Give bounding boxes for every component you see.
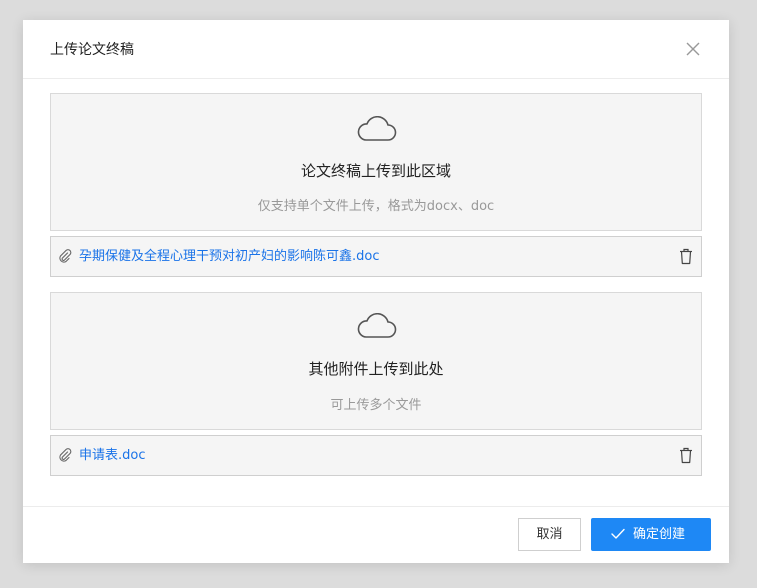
dialog-footer: 取消 确定创建 — [23, 506, 729, 563]
confirm-create-button[interactable]: 确定创建 — [591, 518, 711, 551]
trash-icon[interactable] — [678, 248, 694, 265]
attachments-dropzone-title: 其他附件上传到此处 — [308, 360, 444, 378]
trash-icon[interactable] — [678, 447, 694, 464]
thesis-file-link[interactable]: 孕期保健及全程心理干预对初产妇的影响陈可鑫.doc — [79, 247, 380, 266]
thesis-file-item: 孕期保健及全程心理干预对初产妇的影响陈可鑫.doc — [50, 236, 702, 277]
dialog-title: 上传论文终稿 — [50, 42, 134, 58]
cancel-button[interactable]: 取消 — [518, 518, 581, 551]
confirm-create-label: 确定创建 — [633, 527, 686, 542]
cloud-icon — [357, 313, 397, 338]
thesis-dropzone-hint: 仅支持单个文件上传，格式为docx、doc — [257, 199, 495, 214]
attachment-file-link[interactable]: 申请表.doc — [79, 446, 146, 465]
attachments-dropzone[interactable]: 其他附件上传到此处 可上传多个文件 — [50, 292, 702, 430]
paperclip-icon — [59, 249, 72, 263]
dialog-header: 上传论文终稿 — [23, 20, 729, 79]
thesis-dropzone[interactable]: 论文终稿上传到此区域 仅支持单个文件上传，格式为docx、doc — [50, 93, 702, 231]
upload-dialog: 上传论文终稿 论文终稿上传到此区域 仅支持单个文件上传，格式为docx、doc … — [23, 20, 729, 563]
attachments-dropzone-hint: 可上传多个文件 — [330, 398, 422, 413]
close-icon — [686, 42, 700, 56]
paperclip-icon — [59, 448, 72, 462]
attachment-file-item: 申请表.doc — [50, 435, 702, 476]
close-button[interactable] — [682, 38, 704, 60]
check-icon — [611, 528, 625, 539]
thesis-dropzone-title: 论文终稿上传到此区域 — [300, 162, 451, 180]
cloud-icon — [357, 116, 397, 141]
